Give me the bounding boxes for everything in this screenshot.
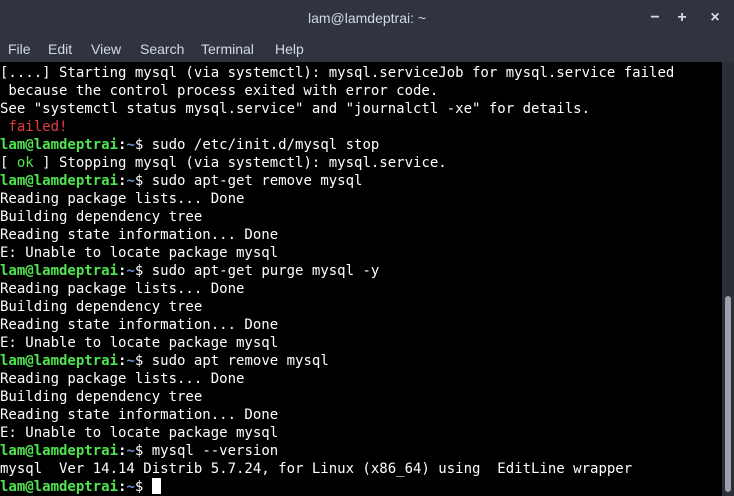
prompt-symbol: $ [134,443,152,459]
title-bar[interactable]: lam@lamdeptrai: ~ − + × [0,0,734,36]
minimize-icon[interactable]: − [643,6,667,30]
menu-terminal[interactable]: Terminal [201,36,254,62]
menu-edit[interactable]: Edit [48,36,72,62]
prompt-symbol: $ [134,263,152,279]
prompt-symbol: $ [134,173,152,189]
terminal-window: lam@lamdeptrai: ~ − + × File Edit View S… [0,0,734,496]
menu-bar: File Edit View Search Terminal Help [0,36,734,62]
menu-help[interactable]: Help [275,36,304,62]
prompt-path: ~ [126,263,135,279]
command-text: sudo apt-get remove mysql [151,173,363,189]
output-line: E: Unable to locate package mysql [0,425,279,441]
command-line: lam@lamdeptrai:~$ mysql --version [0,442,278,460]
text-cursor [151,478,161,494]
prompt-path: ~ [126,173,135,189]
command-text: sudo /etc/init.d/mysql stop [151,137,380,153]
prompt-symbol: $ [134,479,152,495]
output-line: Building dependency tree [0,209,203,225]
scrollbar-thumb[interactable] [725,296,731,492]
output-line: Reading state information... Done [0,407,279,423]
failed-message: failed! [0,119,68,135]
output-line: Reading state information... Done [0,227,279,243]
window-title: lam@lamdeptrai: ~ [307,10,427,26]
ok-status: ok [16,155,34,171]
menu-view[interactable]: View [91,36,121,62]
prompt-user: lam@lamdeptrai [0,443,119,459]
close-icon[interactable]: × [703,6,727,30]
prompt-user: lam@lamdeptrai [0,353,119,369]
command-text: sudo apt remove mysql [151,353,329,369]
prompt-user: lam@lamdeptrai [0,137,119,153]
command-line: lam@lamdeptrai:~$ sudo apt-get purge mys… [0,262,379,280]
command-line: lam@lamdeptrai:~$ sudo apt-get remove my… [0,172,362,190]
command-text: sudo apt-get purge mysql -y [151,263,380,279]
prompt-path: ~ [126,443,135,459]
command-line: lam@lamdeptrai:~$ sudo apt remove mysql [0,352,329,370]
command-line: lam@lamdeptrai:~$ sudo /etc/init.d/mysql… [0,136,379,154]
maximize-icon[interactable]: + [670,6,694,30]
prompt-symbol: $ [134,353,152,369]
output-line: because the control process exited with … [0,83,439,99]
menu-file[interactable]: File [8,36,31,62]
active-prompt[interactable]: lam@lamdeptrai:~$ [0,478,161,496]
status-open: [ [0,155,17,171]
prompt-user: lam@lamdeptrai [0,479,119,495]
output-line: Reading state information... Done [0,317,279,333]
menu-search[interactable]: Search [140,36,184,62]
prompt-symbol: $ [134,137,152,153]
status-rest: ] Stopping mysql (via systemctl): mysql.… [33,155,447,171]
output-line: Reading package lists... Done [0,371,245,387]
terminal-output[interactable]: [....] Starting mysql (via systemctl): m… [0,62,722,496]
prompt-user: lam@lamdeptrai [0,173,119,189]
output-line: Building dependency tree [0,389,203,405]
prompt-path: ~ [126,137,135,153]
output-line: E: Unable to locate package mysql [0,335,279,351]
prompt-path: ~ [126,479,135,495]
output-line: Reading package lists... Done [0,191,245,207]
scrollbar[interactable] [722,62,734,496]
output-line: Building dependency tree [0,299,203,315]
output-line: See "systemctl status mysql.service" and… [0,101,591,117]
output-line: [....] Starting mysql (via systemctl): m… [0,65,675,81]
output-line: mysql Ver 14.14 Distrib 5.7.24, for Linu… [0,461,633,477]
output-line: Reading package lists... Done [0,281,245,297]
prompt-user: lam@lamdeptrai [0,263,119,279]
output-line: [ ok ] Stopping mysql (via systemctl): m… [0,154,447,172]
output-line: E: Unable to locate package mysql [0,245,279,261]
prompt-path: ~ [126,353,135,369]
command-text: mysql --version [151,443,279,459]
